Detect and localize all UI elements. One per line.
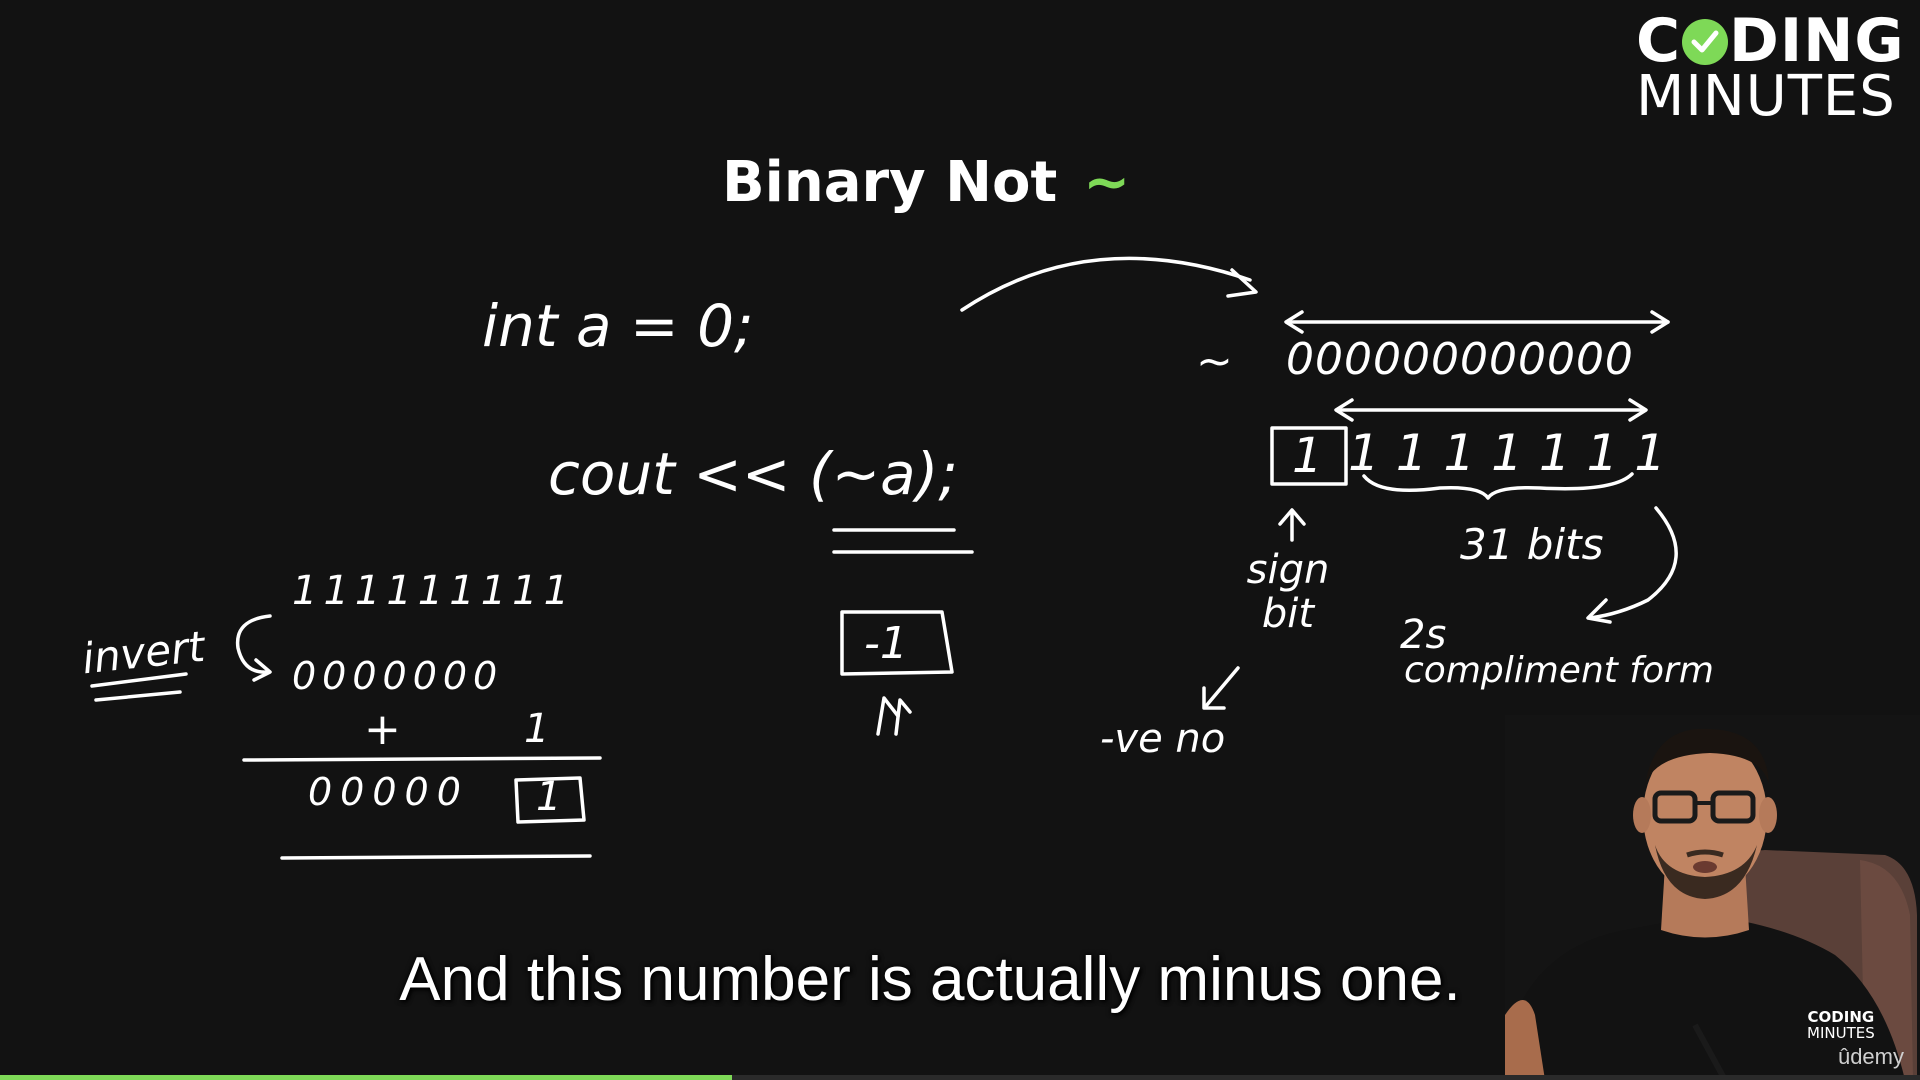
video-caption: And this number is actually minus one. (399, 945, 1461, 1014)
hw-compliment-form-label: compliment form (1404, 650, 1714, 691)
hw-result: -1 (864, 618, 908, 669)
hw-cout-line: cout << (~a); (548, 440, 958, 508)
presenter-webcam: CODING MINUTES (1505, 715, 1920, 1080)
video-progress-fill (0, 1075, 732, 1080)
hw-negative-number-label: -ve no (1100, 716, 1226, 762)
hw-tilde-mark: ~ (1196, 336, 1233, 387)
hw-plus-one: 1 (524, 706, 550, 752)
lecture-video-frame[interactable]: C DING MINUTES Binary Not ~ int a = 0; c… (0, 0, 1920, 1080)
hw-int-declaration: int a = 0; (482, 292, 754, 360)
hw-ones-top: 111111111 (292, 568, 576, 614)
hw-sum-box-digit: 1 (536, 774, 562, 820)
hw-zeros-mid: 0000000 (292, 654, 504, 698)
video-progress-bar[interactable] (0, 1075, 1920, 1080)
hw-sign-bit-box: 1 (1292, 428, 1323, 484)
shirt-logo-line-2: MINUTES (1807, 1024, 1875, 1042)
hw-zeros-row: 000000000000 (1286, 334, 1634, 385)
udemy-watermark: ûdemy (1837, 1044, 1904, 1069)
hw-31-bits-label: 31 bits (1460, 520, 1604, 569)
hw-plus-sign: + (364, 704, 401, 755)
hw-sign-bit-label: sign bit (1246, 547, 1330, 637)
hw-ones-row: 1 1 1 1 1 1 1 (1348, 424, 1667, 482)
hw-sum-zeros: 00000 (308, 770, 469, 814)
